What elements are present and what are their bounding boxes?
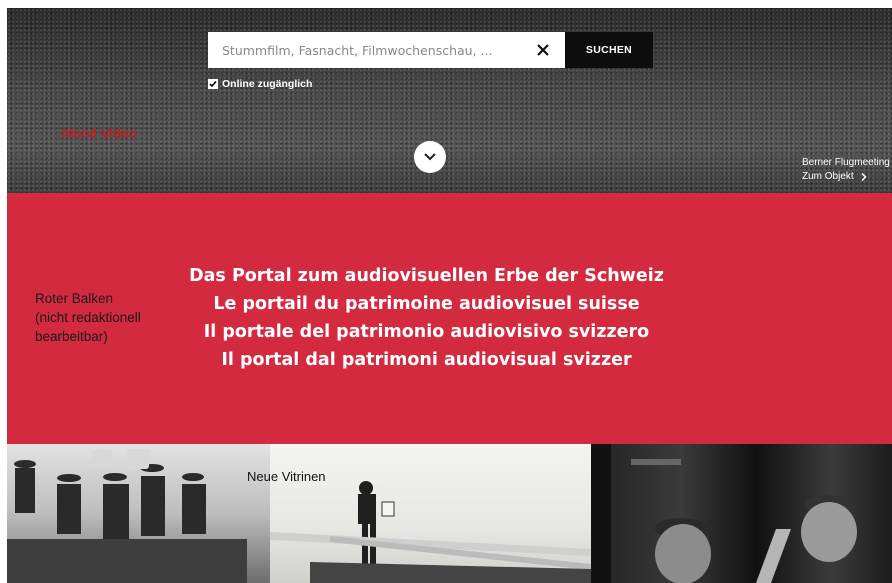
search-input[interactable]	[220, 41, 533, 59]
vitrinen-heading: Neue Vitrinen	[247, 469, 326, 484]
vitrine-photo-plane	[270, 481, 591, 583]
tagline-rm: Il portal dal patrimoni audiovisual sviz…	[221, 350, 632, 370]
tagline-de: Das Portal zum audiovisuellen Erbe der S…	[189, 266, 664, 286]
checkmark-icon	[209, 80, 217, 88]
online-filter-label: Online zugänglich	[222, 78, 313, 90]
vitrinen-section: Neue Vitrinen	[7, 444, 892, 583]
vitrine-tile[interactable]	[270, 444, 591, 583]
tagline-it: Il portale del patrimonio audiovisivo sv…	[203, 322, 650, 342]
tagline-fr: Le portail du patrimoine audiovisuel sui…	[213, 294, 640, 314]
vitrine-tile[interactable]	[7, 444, 270, 583]
clear-icon[interactable]	[533, 40, 553, 60]
scroll-down-button[interactable]	[414, 141, 446, 173]
online-filter[interactable]: Online zugänglich	[208, 78, 312, 90]
featured-object: Berner Flugmeeting Zum Objekt	[802, 156, 890, 184]
vitrine-photo-portrait	[591, 444, 857, 583]
red-band: Roter Balken (nicht redaktionell bearbei…	[7, 193, 892, 444]
mood-video-label: Mood Video	[62, 125, 137, 141]
hero-mood-video: SUCHEN Online zugänglich Mood Video Bern…	[7, 8, 892, 193]
online-checkbox[interactable]	[208, 79, 218, 89]
chevron-right-icon	[861, 172, 867, 182]
to-object-label: Zum Objekt	[802, 171, 854, 182]
search-box	[208, 32, 565, 68]
portal-taglines: Das Portal zum audiovisuellen Erbe der S…	[7, 262, 846, 374]
vitrine-tile[interactable]	[591, 444, 892, 583]
vitrine-photo-group	[7, 449, 247, 583]
chevron-down-icon	[424, 153, 436, 161]
featured-object-title: Berner Flugmeeting	[802, 157, 890, 168]
to-object-link[interactable]: Zum Objekt	[802, 170, 890, 184]
search-button[interactable]: SUCHEN	[565, 32, 653, 68]
